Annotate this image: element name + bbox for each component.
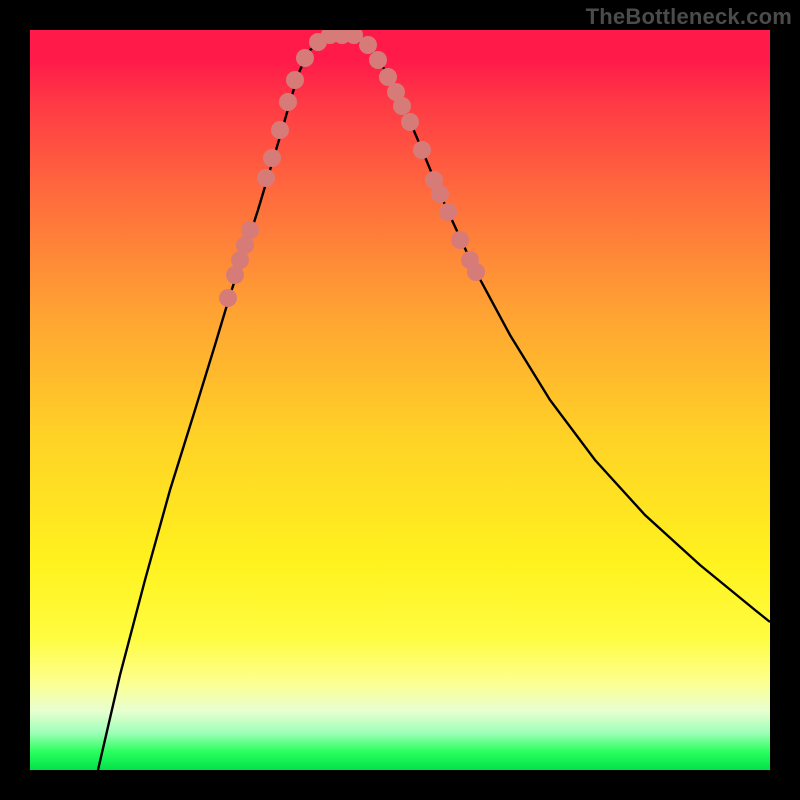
data-point: [431, 185, 449, 203]
watermark-text: TheBottleneck.com: [586, 4, 792, 30]
data-point: [286, 71, 304, 89]
data-point: [451, 231, 469, 249]
data-point: [369, 51, 387, 69]
data-point: [467, 263, 485, 281]
data-point: [257, 169, 275, 187]
data-point: [271, 121, 289, 139]
data-point: [219, 289, 237, 307]
data-point: [413, 141, 431, 159]
chart-frame: TheBottleneck.com: [0, 0, 800, 800]
data-point: [241, 221, 259, 239]
data-point: [263, 149, 281, 167]
data-point: [279, 93, 297, 111]
bottleneck-curve: [30, 30, 770, 770]
data-point: [401, 113, 419, 131]
plot-area: [30, 30, 770, 770]
data-point: [296, 49, 314, 67]
data-point: [439, 203, 457, 221]
